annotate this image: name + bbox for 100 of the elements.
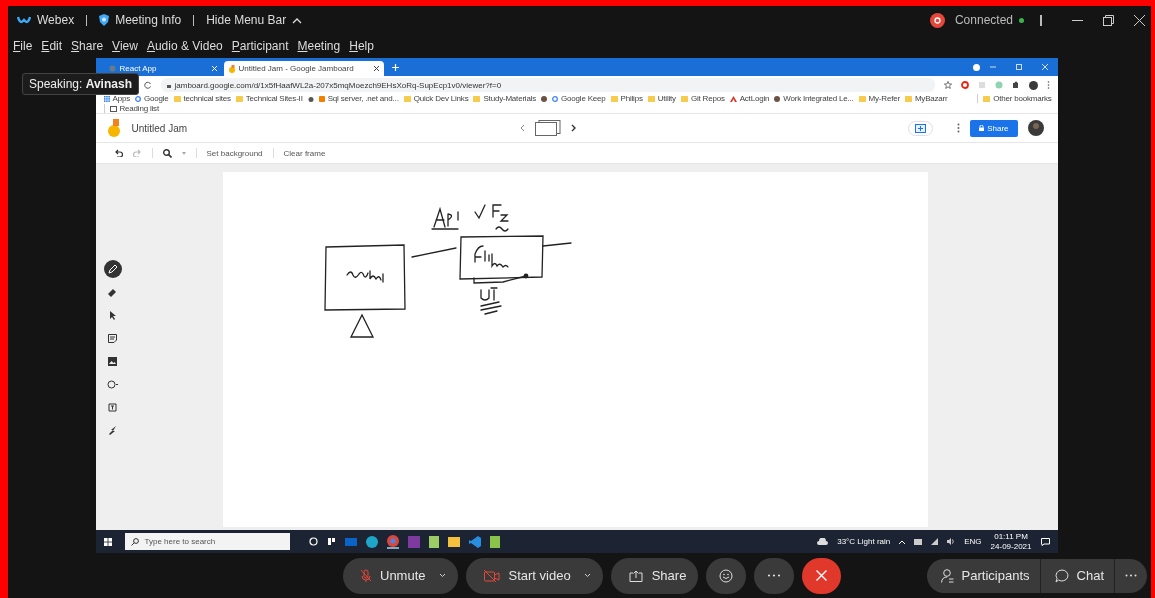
add-frame-button[interactable]	[908, 120, 934, 136]
cortana-icon[interactable]	[308, 537, 318, 546]
kebab-menu-icon[interactable]	[1046, 81, 1050, 89]
taskbar-search-field[interactable]: Type here to search	[124, 533, 290, 550]
meeting-info-button[interactable]: Meeting Info	[115, 13, 182, 27]
bookmark-link[interactable]: My-Refer	[868, 94, 900, 103]
bookmark-link[interactable]: Utility	[657, 94, 676, 103]
tab-title: Untitled Jam - Google Jamboard	[238, 64, 355, 73]
browser-tab[interactable]: Untitled Jam - Google Jamboard	[223, 61, 384, 76]
bookmark-link[interactable]: Google	[143, 94, 169, 103]
chevron-right-icon[interactable]	[570, 124, 576, 132]
bookmark-link[interactable]: technical sites	[183, 94, 231, 103]
google-icon[interactable]	[134, 95, 141, 102]
menu-item[interactable]: Share	[70, 39, 105, 53]
windows-start-icon[interactable]	[103, 537, 112, 546]
menu-item[interactable]: View	[111, 39, 139, 53]
chat-button[interactable]: Chat	[1040, 558, 1115, 593]
browser-tab[interactable]: React App	[103, 61, 222, 76]
person-icon	[940, 568, 954, 583]
unmute-button[interactable]: Unmute	[343, 557, 458, 594]
bookmark-link[interactable]: MyBazarr	[914, 94, 948, 103]
reactions-button[interactable]	[706, 557, 747, 594]
chevron-down-icon	[438, 573, 446, 578]
menu-item[interactable]: Help	[348, 39, 375, 53]
toolbar-button[interactable]: Clear frame	[283, 148, 326, 158]
start-video-button[interactable]: Start video	[465, 557, 603, 594]
jamboard-icon	[228, 64, 235, 73]
participants-button[interactable]: Participants	[926, 558, 1041, 593]
bookmark-link[interactable]: Sql server, .net and...	[327, 94, 399, 103]
new-tab-icon[interactable]	[391, 63, 399, 71]
bookmark-link[interactable]: Reading list	[119, 104, 159, 113]
address-field[interactable]: jamboard.google.com/d/1x5fHaafWL2a-207x5mqMoezch9EHsXoRq-SupEcp1v0/viewer?f=0	[160, 78, 935, 92]
google-icon[interactable]	[552, 95, 559, 102]
weather-text[interactable]: 33°C Light rain	[837, 537, 891, 546]
menu-item[interactable]: File	[12, 39, 34, 53]
lock-icon	[166, 82, 171, 88]
menu-item[interactable]: Meeting	[296, 39, 342, 53]
caret-up-icon[interactable]	[292, 16, 303, 24]
bookmark-link[interactable]: Work Integrated Le...	[783, 94, 854, 103]
star-icon[interactable]	[943, 81, 952, 89]
leave-meeting-button[interactable]	[802, 557, 842, 594]
smiley-icon	[719, 568, 734, 583]
apps-grid-icon[interactable]	[103, 95, 110, 102]
share-screen-icon	[628, 569, 643, 582]
speaking-indicator: Speaking: Avinash	[22, 73, 139, 95]
bookmark-link[interactable]: Quick Dev Links	[413, 94, 469, 103]
bookmark-link[interactable]: Technical Sites-II	[245, 94, 303, 103]
zoom-icon[interactable]	[162, 148, 172, 158]
share-button[interactable]: Share	[610, 557, 699, 594]
opera-icon[interactable]	[960, 81, 969, 89]
profile-icon[interactable]	[972, 63, 980, 71]
cloud-icon	[817, 538, 829, 545]
bookmark-link[interactable]: ActLogin	[739, 94, 770, 103]
restore-icon[interactable]	[1103, 14, 1114, 26]
more-icon	[1125, 574, 1137, 577]
reading-list-icon[interactable]	[109, 105, 117, 112]
hide-menu-bar-button[interactable]: Hide Menu Bar	[206, 13, 287, 27]
kebab-menu-icon[interactable]	[957, 123, 961, 133]
close-icon[interactable]	[373, 66, 379, 71]
bookmark-link[interactable]: Apps	[112, 94, 130, 103]
shield-icon	[99, 14, 110, 26]
undo-icon[interactable]	[113, 149, 123, 157]
menu-item[interactable]: Edit	[40, 39, 64, 53]
puzzle-icon[interactable]	[1011, 81, 1020, 89]
bookmark-link[interactable]: Git Repos	[690, 94, 725, 103]
status-dot-icon	[1019, 17, 1024, 23]
share-button[interactable]: Share	[970, 119, 1018, 137]
close-icon	[816, 570, 828, 581]
menu-item[interactable]: Participant	[230, 39, 290, 53]
microphone-muted-icon	[361, 568, 371, 583]
chat-bubble-icon	[1054, 568, 1069, 583]
reload-icon[interactable]	[143, 81, 152, 89]
bookmark-link[interactable]: Philips	[620, 94, 643, 103]
task-view-icon[interactable]	[326, 537, 336, 546]
app-name: Webex	[37, 13, 75, 27]
pen-tool-icon[interactable]	[103, 260, 122, 278]
toolbar-button[interactable]: Set background	[206, 148, 263, 158]
bookmark-link[interactable]: Study-Materials	[483, 94, 537, 103]
clock-date[interactable]: 24-09-2021	[990, 541, 1032, 551]
tab-title: React App	[119, 64, 158, 73]
speaker-icon[interactable]	[947, 538, 956, 545]
clock-time[interactable]: 01:11 PM	[994, 532, 1028, 542]
recording-icon	[929, 12, 945, 28]
avatar-icon[interactable]	[1027, 120, 1044, 136]
bookmark-link[interactable]: Google Keep	[561, 94, 606, 103]
chevron-left-icon[interactable]	[519, 124, 525, 132]
document-title[interactable]: Untitled Jam	[131, 122, 188, 134]
notification-icon[interactable]	[1040, 537, 1050, 546]
triangle-logo-icon[interactable]	[729, 95, 737, 102]
jamboard-logo-icon	[107, 119, 120, 137]
bookmark-link[interactable]: Other bookmarks	[993, 94, 1052, 103]
code-editor-icon[interactable]	[468, 535, 481, 548]
avatar-icon[interactable]	[1028, 80, 1038, 90]
language-indicator[interactable]: ENG	[964, 537, 982, 546]
menu-item[interactable]: Audio & Video	[145, 39, 224, 53]
more-icon	[767, 574, 782, 577]
chevron-down-icon	[583, 573, 591, 578]
connection-status: Connected	[954, 13, 1013, 27]
frame-thumbnail-icon[interactable]	[534, 120, 561, 136]
chrome-icon[interactable]	[386, 534, 399, 549]
